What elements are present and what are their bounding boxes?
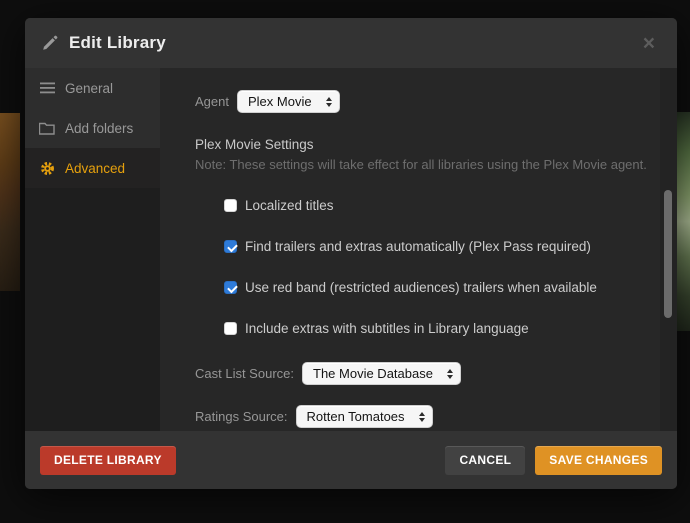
checkbox-row-localized-titles[interactable]: Localized titles	[195, 198, 677, 213]
dialog-footer: DELETE LIBRARY CANCEL SAVE CHANGES	[25, 431, 677, 489]
section-note: Note: These settings will take effect fo…	[195, 157, 647, 172]
list-icon	[39, 80, 55, 96]
checkbox-row-find-trailers[interactable]: Find trailers and extras automatically (…	[195, 239, 677, 254]
pencil-icon	[43, 35, 58, 50]
delete-library-button[interactable]: DELETE LIBRARY	[40, 445, 176, 475]
cast-list-source-value: The Movie Database	[313, 366, 433, 381]
checkbox-label: Use red band (restricted audiences) trai…	[245, 280, 597, 295]
agent-select-value: Plex Movie	[247, 94, 312, 109]
sidebar-item-add-folders[interactable]: Add folders	[25, 108, 160, 148]
folder-icon	[39, 120, 55, 136]
sidebar-item-label: Advanced	[65, 160, 126, 176]
checkbox-icon[interactable]	[224, 322, 237, 335]
ratings-source-row: Ratings Source: Rotten Tomatoes	[195, 405, 677, 428]
checkbox-label: Include extras with subtitles in Library…	[245, 321, 529, 336]
dialog-sidebar: General Add folders Advanced	[25, 68, 160, 431]
sidebar-item-advanced[interactable]: Advanced	[25, 148, 160, 188]
checkbox-label: Find trailers and extras automatically (…	[245, 239, 591, 254]
edit-library-dialog: Edit Library × General Add folders Advan…	[25, 18, 677, 489]
gear-icon	[39, 160, 55, 176]
ratings-source-value: Rotten Tomatoes	[306, 409, 405, 424]
select-arrows-icon	[418, 411, 425, 422]
checkbox-icon[interactable]	[224, 281, 237, 294]
select-arrows-icon	[446, 368, 453, 379]
dialog-title: Edit Library	[69, 33, 166, 52]
checkbox-row-extras-subtitles[interactable]: Include extras with subtitles in Library…	[195, 321, 677, 336]
cancel-button[interactable]: CANCEL	[445, 445, 526, 475]
close-icon[interactable]: ×	[637, 31, 661, 56]
checkbox-icon[interactable]	[224, 199, 237, 212]
agent-label: Agent	[195, 94, 229, 109]
cast-list-source-row: Cast List Source: The Movie Database	[195, 362, 677, 385]
sidebar-item-label: General	[65, 80, 114, 96]
sidebar-item-label: Add folders	[65, 120, 134, 136]
checkbox-row-red-band-trailers[interactable]: Use red band (restricted audiences) trai…	[195, 280, 677, 295]
cast-list-source-label: Cast List Source:	[195, 366, 294, 381]
sidebar-item-general[interactable]: General	[25, 68, 160, 108]
agent-select[interactable]: Plex Movie	[236, 90, 340, 113]
ratings-source-label: Ratings Source:	[195, 409, 288, 424]
checkbox-icon[interactable]	[224, 240, 237, 253]
ratings-source-select[interactable]: Rotten Tomatoes	[295, 405, 433, 428]
dialog-header: Edit Library ×	[25, 18, 677, 68]
agent-row: Agent Plex Movie	[195, 90, 677, 113]
checkbox-label: Localized titles	[245, 198, 334, 213]
scrollbar-thumb[interactable]	[664, 190, 672, 318]
advanced-settings-panel: Agent Plex Movie Plex Movie Settings Not…	[160, 68, 677, 431]
select-arrows-icon	[325, 96, 332, 107]
cast-list-source-select[interactable]: The Movie Database	[302, 362, 461, 385]
section-heading: Plex Movie Settings	[195, 137, 314, 152]
save-changes-button[interactable]: SAVE CHANGES	[535, 445, 662, 475]
background-poster-left	[0, 113, 20, 291]
